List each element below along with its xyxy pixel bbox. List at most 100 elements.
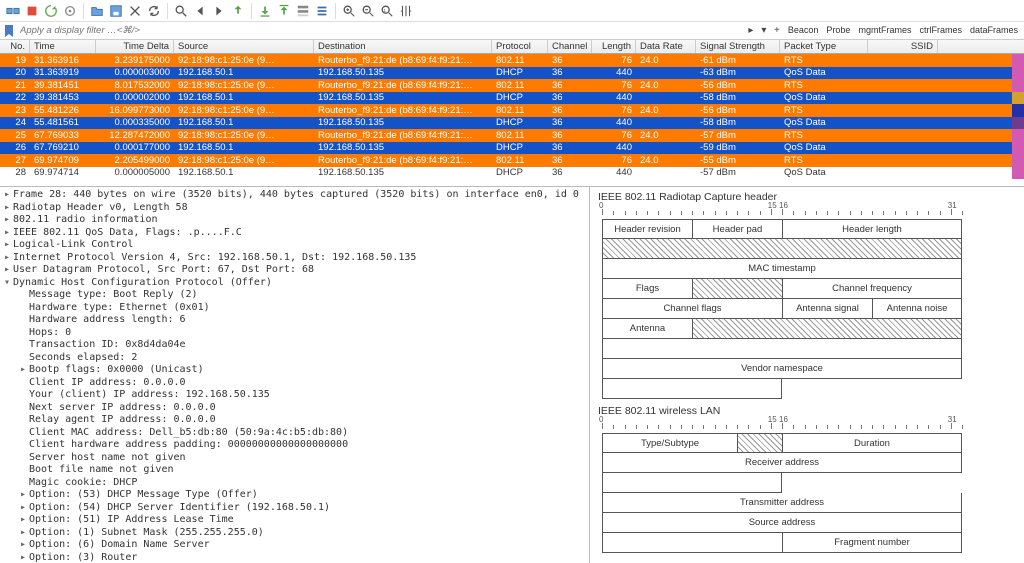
stop-icon[interactable] xyxy=(23,2,41,20)
detail-line[interactable]: ▸Radiotap Header v0, Length 58 xyxy=(4,202,589,215)
proto-field[interactable] xyxy=(602,533,782,553)
bookmark-icon[interactable] xyxy=(2,24,16,38)
expander-icon[interactable]: ▸ xyxy=(4,202,13,215)
detail-line[interactable]: Hardware type: Ethernet (0x01) xyxy=(4,302,589,315)
filter-chip-mgmtframes[interactable]: mgmtFrames xyxy=(854,24,915,36)
expander-icon[interactable]: ▸ xyxy=(4,227,13,240)
column-header[interactable]: SSID xyxy=(868,40,938,53)
expander-icon[interactable]: ▾ xyxy=(4,277,13,290)
column-header[interactable]: Packet Type xyxy=(780,40,868,53)
detail-line[interactable]: Magic cookie: DHCP xyxy=(4,477,589,490)
packet-row[interactable]: 1931.3639163.23917500092:18:98:c1:25:0e … xyxy=(0,54,1024,67)
proto-field[interactable]: Flags xyxy=(602,279,692,299)
proto-field[interactable] xyxy=(602,239,962,259)
zoom-in-icon[interactable] xyxy=(340,2,358,20)
packet-row[interactable]: 2355.48122616.09977300092:18:98:c1:25:0e… xyxy=(0,104,1024,117)
packet-row[interactable]: 2769.9747092.20549900092:18:98:c1:25:0e … xyxy=(0,154,1024,167)
detail-line[interactable]: Hardware address length: 6 xyxy=(4,314,589,327)
column-header[interactable]: Channel xyxy=(548,40,592,53)
reload-icon[interactable] xyxy=(145,2,163,20)
filter-add-icon[interactable]: + xyxy=(771,25,783,37)
expander-icon[interactable]: ▸ xyxy=(20,527,29,540)
column-header[interactable]: Destination xyxy=(314,40,492,53)
goto-icon[interactable] xyxy=(229,2,247,20)
detail-line[interactable]: Your (client) IP address: 192.168.50.135 xyxy=(4,389,589,402)
detail-line[interactable]: ▸User Datagram Protocol, Src Port: 67, D… xyxy=(4,264,589,277)
prev-icon[interactable] xyxy=(191,2,209,20)
detail-line[interactable]: Seconds elapsed: 2 xyxy=(4,352,589,365)
filter-dropdown-icon[interactable]: ▾ xyxy=(758,25,770,37)
close-icon[interactable] xyxy=(126,2,144,20)
proto-field[interactable]: Duration xyxy=(782,433,962,453)
filter-chip-dataframes[interactable]: dataFrames xyxy=(966,24,1022,36)
column-header[interactable]: Time Delta xyxy=(96,40,174,53)
proto-field[interactable]: Header length xyxy=(782,219,962,239)
detail-line[interactable]: Boot file name not given xyxy=(4,464,589,477)
column-header[interactable]: Source xyxy=(174,40,314,53)
packet-list-header[interactable]: No.TimeTime DeltaSourceDestinationProtoc… xyxy=(0,40,1024,54)
proto-field[interactable]: Receiver address xyxy=(602,453,962,473)
proto-field[interactable]: Antenna xyxy=(602,319,692,339)
proto-field[interactable] xyxy=(692,279,782,299)
expander-icon[interactable]: ▸ xyxy=(20,539,29,552)
expander-icon[interactable]: ▸ xyxy=(20,514,29,527)
expander-icon[interactable]: ▸ xyxy=(4,252,13,265)
restart-icon[interactable] xyxy=(42,2,60,20)
column-header[interactable]: Data Rate xyxy=(636,40,696,53)
detail-line[interactable]: ▾Dynamic Host Configuration Protocol (Of… xyxy=(4,277,589,290)
column-header[interactable]: No. xyxy=(0,40,30,53)
last-icon[interactable] xyxy=(275,2,293,20)
expander-icon[interactable]: ▸ xyxy=(20,364,29,377)
proto-field[interactable]: Antenna noise xyxy=(872,299,962,319)
expander-icon[interactable]: ▸ xyxy=(20,489,29,502)
column-header[interactable]: Signal Strength xyxy=(696,40,780,53)
filter-apply-icon[interactable]: ▸ xyxy=(745,25,757,37)
proto-field[interactable]: Header pad xyxy=(692,219,782,239)
detail-line[interactable]: ▸Option: (51) IP Address Lease Time xyxy=(4,514,589,527)
detail-line[interactable]: Hops: 0 xyxy=(4,327,589,340)
options-icon[interactable] xyxy=(61,2,79,20)
proto-field[interactable]: MAC timestamp xyxy=(602,259,962,279)
proto-field[interactable] xyxy=(692,319,962,339)
proto-field[interactable]: Source address xyxy=(602,513,962,533)
find-icon[interactable] xyxy=(172,2,190,20)
proto-field[interactable]: Antenna signal xyxy=(782,299,872,319)
detail-line[interactable]: Next server IP address: 0.0.0.0 xyxy=(4,402,589,415)
detail-line[interactable]: ▸802.11 radio information xyxy=(4,214,589,227)
proto-field[interactable]: Transmitter address xyxy=(602,493,962,513)
detail-line[interactable]: Client hardware address padding: 0000000… xyxy=(4,439,589,452)
packet-row[interactable]: 2139.3814518.01753200092:18:98:c1:25:0e … xyxy=(0,79,1024,92)
proto-field[interactable] xyxy=(602,473,782,493)
expander-icon[interactable]: ▸ xyxy=(4,264,13,277)
filter-chip-probe[interactable]: Probe xyxy=(822,24,854,36)
detail-line[interactable]: Server host name not given xyxy=(4,452,589,465)
packet-row[interactable]: 2031.3639190.000003000192.168.50.1192.16… xyxy=(0,67,1024,80)
detail-line[interactable]: ▸Option: (54) DHCP Server Identifier (19… xyxy=(4,502,589,515)
packet-row[interactable]: 2567.76903312.28747200092:18:98:c1:25:0e… xyxy=(0,129,1024,142)
proto-field[interactable]: Header revision xyxy=(602,219,692,239)
packet-row[interactable]: 2455.4815610.000335000192.168.50.1192.16… xyxy=(0,117,1024,130)
proto-field[interactable]: Channel flags xyxy=(602,299,782,319)
detail-line[interactable]: ▸Option: (53) DHCP Message Type (Offer) xyxy=(4,489,589,502)
proto-field[interactable]: Vendor namespace xyxy=(602,359,962,379)
next-icon[interactable] xyxy=(210,2,228,20)
detail-line[interactable]: Relay agent IP address: 0.0.0.0 xyxy=(4,414,589,427)
expander-icon[interactable]: ▸ xyxy=(20,502,29,515)
open-icon[interactable] xyxy=(88,2,106,20)
detail-line[interactable]: ▸Option: (1) Subnet Mask (255.255.255.0) xyxy=(4,527,589,540)
proto-field[interactable] xyxy=(602,379,782,399)
packet-details-pane[interactable]: ▸Frame 28: 440 bytes on wire (3520 bits)… xyxy=(0,187,590,563)
packet-row[interactable]: 2667.7692100.000177000192.168.50.1192.16… xyxy=(0,142,1024,155)
detail-line[interactable]: ▸Option: (3) Router xyxy=(4,552,589,563)
resize-columns-icon[interactable] xyxy=(397,2,415,20)
filter-chip-ctrlframes[interactable]: ctrlFrames xyxy=(915,24,966,36)
expander-icon[interactable]: ▸ xyxy=(4,214,13,227)
first-icon[interactable] xyxy=(256,2,274,20)
column-header[interactable]: Time xyxy=(30,40,96,53)
proto-field[interactable]: Fragment number xyxy=(782,533,962,553)
column-header[interactable]: Protocol xyxy=(492,40,548,53)
expander-icon[interactable]: ▸ xyxy=(4,189,13,202)
proto-field[interactable]: Channel frequency xyxy=(782,279,962,299)
zoom-reset-icon[interactable]: 1 xyxy=(378,2,396,20)
detail-line[interactable]: Message type: Boot Reply (2) xyxy=(4,289,589,302)
